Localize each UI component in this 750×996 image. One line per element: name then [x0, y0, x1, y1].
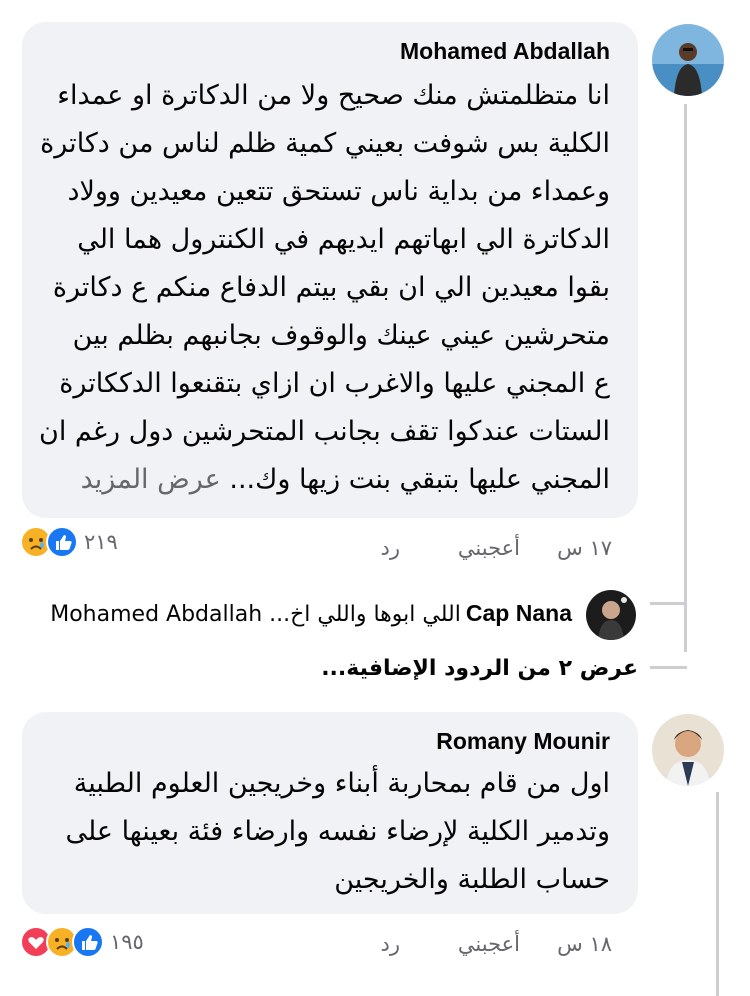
comment-text-line: الدكاترة الي ابهاتهم ايديهم في الكنترول … [77, 224, 610, 255]
comment-text-line: الستات عندكوا تقف بجانب المتحرشين دول رغ… [38, 416, 610, 447]
comment-bubble: Mohamed Abdallah انا متظلمتش منك صحيح ول… [22, 22, 638, 518]
view-more-replies[interactable]: عرض ٢ من الردود الإضافية... [321, 656, 638, 681]
comment-bubble: Romany Mounir اول من قام بمحاربة أبناء و… [22, 712, 638, 914]
reply-button[interactable]: رد [381, 932, 401, 956]
thread-line [684, 104, 687, 652]
comment-text-line: متحرشين عيني عينك والوقوف بجانبهم بظلم ب… [72, 320, 610, 351]
reply-button[interactable]: رد [381, 536, 401, 560]
reaction-count: ٢١٩ [84, 530, 118, 554]
comment-text-line: ع المجني عليها والاغرب ان ازاي بتقنعوا ا… [59, 368, 610, 399]
comment-time[interactable]: ١٧ س [557, 536, 612, 560]
thread-line-branch [650, 666, 687, 669]
reply-author[interactable]: Cap Nana [466, 600, 572, 626]
comment-text-line: بقوا معيدين الي ان بقي بيتم الدفاع منكم … [52, 272, 610, 303]
avatar-photo [652, 714, 724, 786]
like-reaction-icon [72, 926, 104, 958]
comment-author[interactable]: Romany Mounir [436, 728, 610, 755]
reaction-summary[interactable]: ١٩٥ [20, 926, 190, 960]
reply-avatar-photo [586, 590, 636, 640]
comment-time[interactable]: ١٨ س [557, 932, 612, 956]
avatar[interactable] [652, 24, 724, 96]
reply-preview[interactable]: Mohamed Abdallah ...اللي ابوها واللي اخ … [50, 600, 572, 627]
comment-text-line: انا متظلمتش منك صحيح ولا من الدكاترة او … [57, 80, 610, 111]
comment-last-line: المجني عليها بتبقي بنت زيها وك... عرض ال… [81, 464, 610, 495]
reply-text: Mohamed Abdallah ...اللي ابوها واللي اخ [50, 602, 461, 627]
see-more-link[interactable]: عرض المزيد [81, 464, 221, 495]
comment-text-line: الكلية بس شوفت بعيني كمية ظلم لناس من دك… [40, 128, 610, 159]
thread-line [716, 792, 719, 996]
like-button[interactable]: أعجبني [458, 932, 520, 956]
comment-text-line: المجني عليها بتبقي بنت زيها وك... [229, 464, 610, 495]
avatar-photo [652, 24, 724, 96]
like-button[interactable]: أعجبني [458, 536, 520, 560]
reaction-count: ١٩٥ [110, 930, 144, 954]
reaction-summary[interactable]: ٢١٩ [20, 526, 160, 560]
thread-line-branch [650, 602, 687, 605]
comment-text-line: حساب الطلبة والخريجين [334, 864, 610, 895]
comment-text-line: وعمداء من بداية ناس تستحق تتعين معيدين و… [67, 176, 610, 207]
comment-author[interactable]: Mohamed Abdallah [400, 38, 610, 65]
comment-text-line: وتدمير الكلية لإرضاء نفسه وارضاء فئة بعي… [65, 816, 610, 847]
avatar[interactable] [652, 714, 724, 786]
reply-avatar[interactable] [586, 590, 636, 640]
comment-text-line: اول من قام بمحاربة أبناء وخريجين العلوم … [73, 768, 610, 799]
like-reaction-icon [46, 526, 78, 558]
